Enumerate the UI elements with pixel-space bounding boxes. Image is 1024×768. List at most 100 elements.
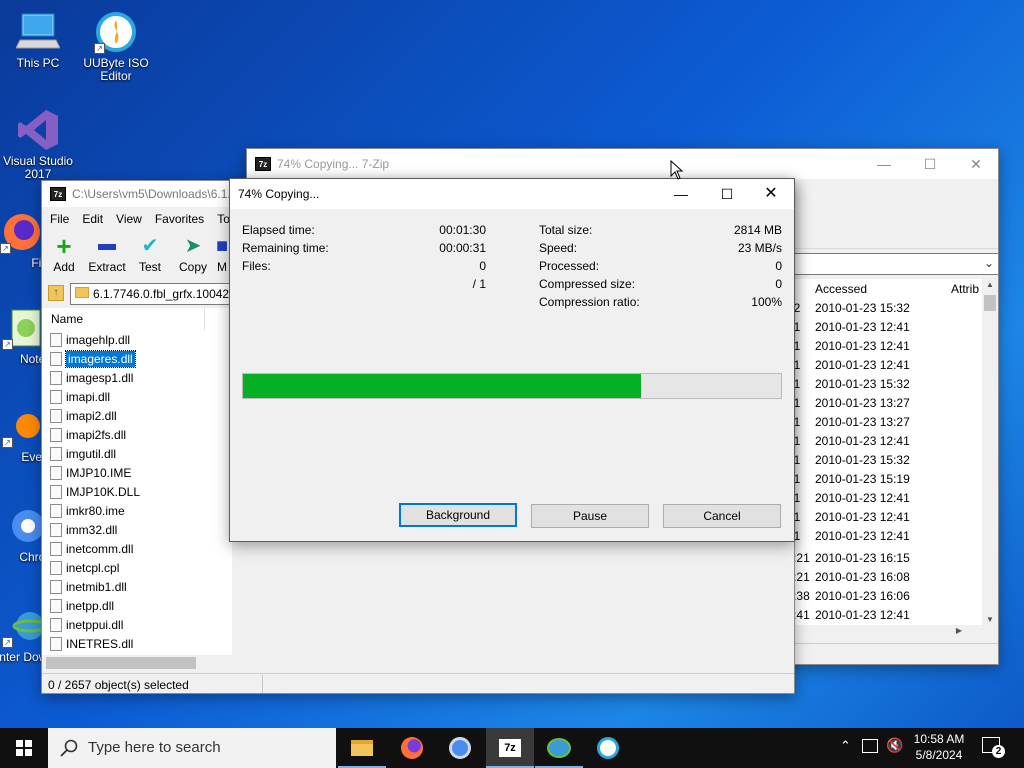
scroll-down-icon[interactable]: ▼: [986, 615, 994, 624]
clock-time: 10:58 AM: [913, 732, 965, 746]
menu-view[interactable]: View: [116, 212, 142, 226]
volume-muted-icon[interactable]: 🔇: [886, 737, 903, 754]
file-name: inetppui.dll: [66, 618, 124, 632]
show-hidden-icons-icon[interactable]: ⌃: [840, 738, 851, 754]
list-item[interactable]: inetcomm.dll: [50, 540, 133, 559]
folder-icon: [75, 287, 89, 298]
network-icon[interactable]: [862, 739, 878, 753]
dialog-maximize-button[interactable]: ☐: [704, 179, 750, 209]
test-button[interactable]: ✔ Test: [128, 235, 172, 274]
menu-favorites[interactable]: Favorites: [155, 212, 204, 226]
list-item[interactable]: inetmib1.dll: [50, 578, 127, 597]
maximize-button[interactable]: ☐: [907, 149, 953, 179]
up-folder-icon[interactable]: ↑: [48, 285, 64, 301]
cancel-button[interactable]: Cancel: [663, 504, 781, 528]
dialog-title: 74% Copying...: [238, 187, 320, 201]
desktop-icon-uubyte-iso-editor[interactable]: ↗ UUByte ISO Editor: [78, 10, 154, 83]
list-item[interactable]: imapi.dll: [50, 388, 110, 407]
scroll-right-icon[interactable]: ▶: [956, 626, 962, 635]
fm-status: 0 / 2657 object(s) selected: [42, 673, 794, 693]
windows-logo-icon: [16, 740, 32, 756]
file-explorer-icon: [351, 739, 373, 756]
stat-label: Compression ratio:: [539, 295, 640, 309]
extract-button[interactable]: Extract: [85, 235, 129, 274]
7zip-app-icon: 7z: [255, 157, 271, 171]
column-header-accessed[interactable]: Accessed: [815, 282, 867, 296]
uubyte-icon: [597, 736, 619, 759]
accessed-cell: 2010-01-23 12:41: [815, 320, 910, 334]
add-button[interactable]: + Add: [42, 231, 86, 274]
pause-button[interactable]: Pause: [531, 504, 649, 528]
list-item[interactable]: imagehlp.dll: [50, 331, 130, 350]
taskbar-firefox[interactable]: [388, 728, 436, 768]
taskbar-uubyte[interactable]: [584, 728, 632, 768]
list-item[interactable]: inetppui.dll: [50, 616, 123, 635]
taskbar-internet-download[interactable]: [535, 728, 583, 768]
notepad-icon: ↗: [2, 306, 46, 350]
list-item[interactable]: INETRES.dll: [50, 635, 133, 654]
list-item[interactable]: IMJP10.IME: [50, 464, 131, 483]
copy-button[interactable]: ➤ Copy: [171, 235, 215, 274]
minimize-button[interactable]: —: [861, 149, 907, 179]
list-item[interactable]: imkr80.ime: [50, 502, 125, 521]
back-window-path-dropdown[interactable]: ⌄: [787, 253, 998, 275]
dialog-close-button[interactable]: ✕: [748, 179, 794, 209]
accessed-cell: 2010-01-23 12:41: [815, 491, 910, 505]
accessed-cell: 2010-01-23 13:27: [815, 415, 910, 429]
accessed-cell: 2010-01-23 13:27: [815, 396, 910, 410]
list-item[interactable]: imageres.dll: [50, 350, 136, 369]
uubyte-iso-editor-icon: ↗: [94, 10, 138, 54]
fm-horizontal-scrollbar[interactable]: [42, 655, 232, 671]
menu-file[interactable]: File: [50, 212, 69, 226]
scrollbar-thumb[interactable]: [984, 295, 996, 311]
copy-progress-dialog[interactable]: 74% Copying... — ☐ ✕ Elapsed time: 00:01:…: [229, 178, 795, 542]
stat-label: Compressed size:: [539, 277, 636, 291]
clock[interactable]: 10:58 AM 5/8/2024: [906, 731, 972, 763]
notification-center-button[interactable]: 2: [982, 737, 1005, 758]
list-item[interactable]: inetcpl.cpl: [50, 559, 119, 578]
stat-value: / 1: [472, 277, 486, 291]
taskbar-chrome[interactable]: [436, 728, 484, 768]
column-header-name[interactable]: Name: [51, 312, 83, 326]
list-item[interactable]: IMJP10K.DLL: [50, 483, 140, 502]
taskbar-7zip[interactable]: 7z: [486, 728, 534, 768]
dll-file-icon: [50, 560, 62, 575]
fm-h-scrollbar-thumb[interactable]: [46, 657, 196, 669]
dialog-minimize-button[interactable]: —: [658, 179, 704, 209]
file-name: imgutil.dll: [66, 447, 117, 461]
dialog-titlebar[interactable]: 74% Copying... — ☐ ✕: [230, 179, 794, 209]
file-name: IMJP10.IME: [66, 466, 132, 480]
desktop-icon-visual-studio[interactable]: Visual Studio 2017: [0, 108, 76, 181]
list-item[interactable]: imm32.dll: [50, 521, 117, 540]
taskbar-search-box[interactable]: Type here to search: [48, 728, 336, 768]
7zip-icon: 7z: [499, 738, 521, 757]
file-name: imagehlp.dll: [66, 333, 131, 347]
add-label: Add: [53, 260, 75, 274]
background-button[interactable]: Background: [399, 503, 517, 527]
test-label: Test: [138, 260, 161, 274]
scroll-up-icon[interactable]: ▲: [986, 280, 994, 289]
list-item[interactable]: imagesp1.dll: [50, 369, 133, 388]
taskbar-file-explorer[interactable]: [338, 728, 386, 768]
plus-icon: +: [56, 231, 72, 261]
fm-path-field[interactable]: 6.1.7746.0.fbl_grfx.100428: [70, 283, 232, 305]
list-item[interactable]: inetpp.dll: [50, 597, 114, 616]
list-item[interactable]: imapi2fs.dll: [50, 426, 126, 445]
stat-value: 0: [775, 277, 782, 291]
desktop-icon-label: UUByte ISO Editor: [83, 56, 149, 83]
desktop-icon-this-pc[interactable]: This PC: [0, 10, 76, 70]
vertical-scrollbar[interactable]: ▲ ▼: [982, 279, 998, 625]
taskbar: Type here to search 7z ⌃ 🔇 10:58 AM 5/8/…: [0, 728, 1024, 768]
menu-edit[interactable]: Edit: [82, 212, 103, 226]
search-icon: [60, 739, 78, 757]
start-button[interactable]: [0, 728, 48, 768]
list-item[interactable]: imgutil.dll: [50, 445, 116, 464]
column-header-attrib[interactable]: Attrib: [951, 282, 979, 296]
list-item[interactable]: imapi2.dll: [50, 407, 117, 426]
accessed-cell: 2010-01-23 12:41: [815, 358, 910, 372]
accessed-cell: 2010-01-23 12:41: [815, 529, 910, 543]
dll-file-icon: [50, 389, 62, 404]
visual-studio-icon: [16, 108, 60, 152]
back-window-titlebar[interactable]: 7z 74% Copying... 7-Zip — ☐ ✕: [247, 149, 998, 179]
close-button[interactable]: ✕: [953, 149, 998, 179]
